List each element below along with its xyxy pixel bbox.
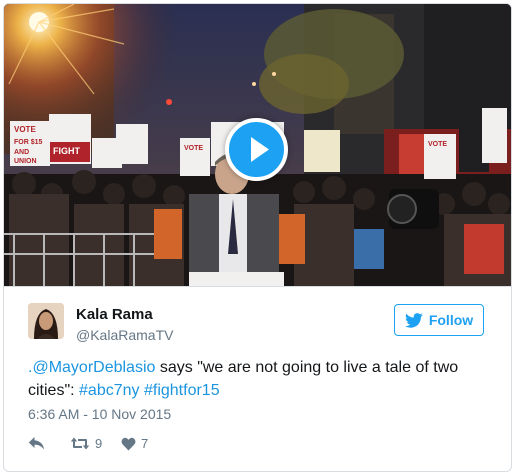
tweet-timestamp[interactable]: 6:36 AM - 10 Nov 2015 [28, 406, 171, 422]
tweet-video[interactable]: VOTE FOR $15 AND UNION VOTE VOTE FIGHT [4, 4, 511, 287]
sign-vote-text-2: VOTE [184, 145, 203, 152]
profile-photo-icon [28, 303, 64, 339]
follow-button[interactable]: Follow [394, 304, 484, 336]
like-button[interactable]: 7 [121, 436, 148, 451]
follow-label: Follow [428, 312, 474, 328]
twitter-bird-icon [404, 312, 423, 328]
retweet-button[interactable]: 9 [70, 436, 102, 451]
hashtag-link-abc7ny[interactable]: #abc7ny [79, 382, 140, 399]
sign-fight-text: FIGHT [53, 146, 80, 156]
tweet-card: VOTE FOR $15 AND UNION VOTE VOTE FIGHT K… [3, 3, 512, 472]
mention-link[interactable]: .@MayorDeblasio [28, 359, 155, 376]
tweet-text: .@MayorDeblasio says "we are not going t… [28, 356, 488, 402]
reply-button[interactable] [28, 436, 45, 451]
play-icon [251, 137, 269, 162]
avatar[interactable] [28, 303, 64, 339]
hashtag-link-fightfor15[interactable]: #fightfor15 [144, 382, 220, 399]
heart-icon [121, 437, 136, 450]
sign-vote-text: VOTE [14, 125, 36, 134]
retweet-count: 9 [95, 436, 103, 451]
author-name[interactable]: Kala Rama [76, 306, 153, 323]
sign-union-text: UNION [14, 158, 37, 165]
sign-and-text: AND [14, 149, 29, 156]
author-handle[interactable]: @KalaRamaTV [76, 327, 173, 343]
play-button[interactable] [225, 118, 288, 181]
sign-vote-text-3: VOTE [428, 141, 447, 148]
reply-icon [28, 437, 44, 450]
retweet-icon [70, 437, 90, 450]
sign-for15-text: FOR $15 [14, 139, 43, 146]
like-count: 7 [141, 436, 149, 451]
